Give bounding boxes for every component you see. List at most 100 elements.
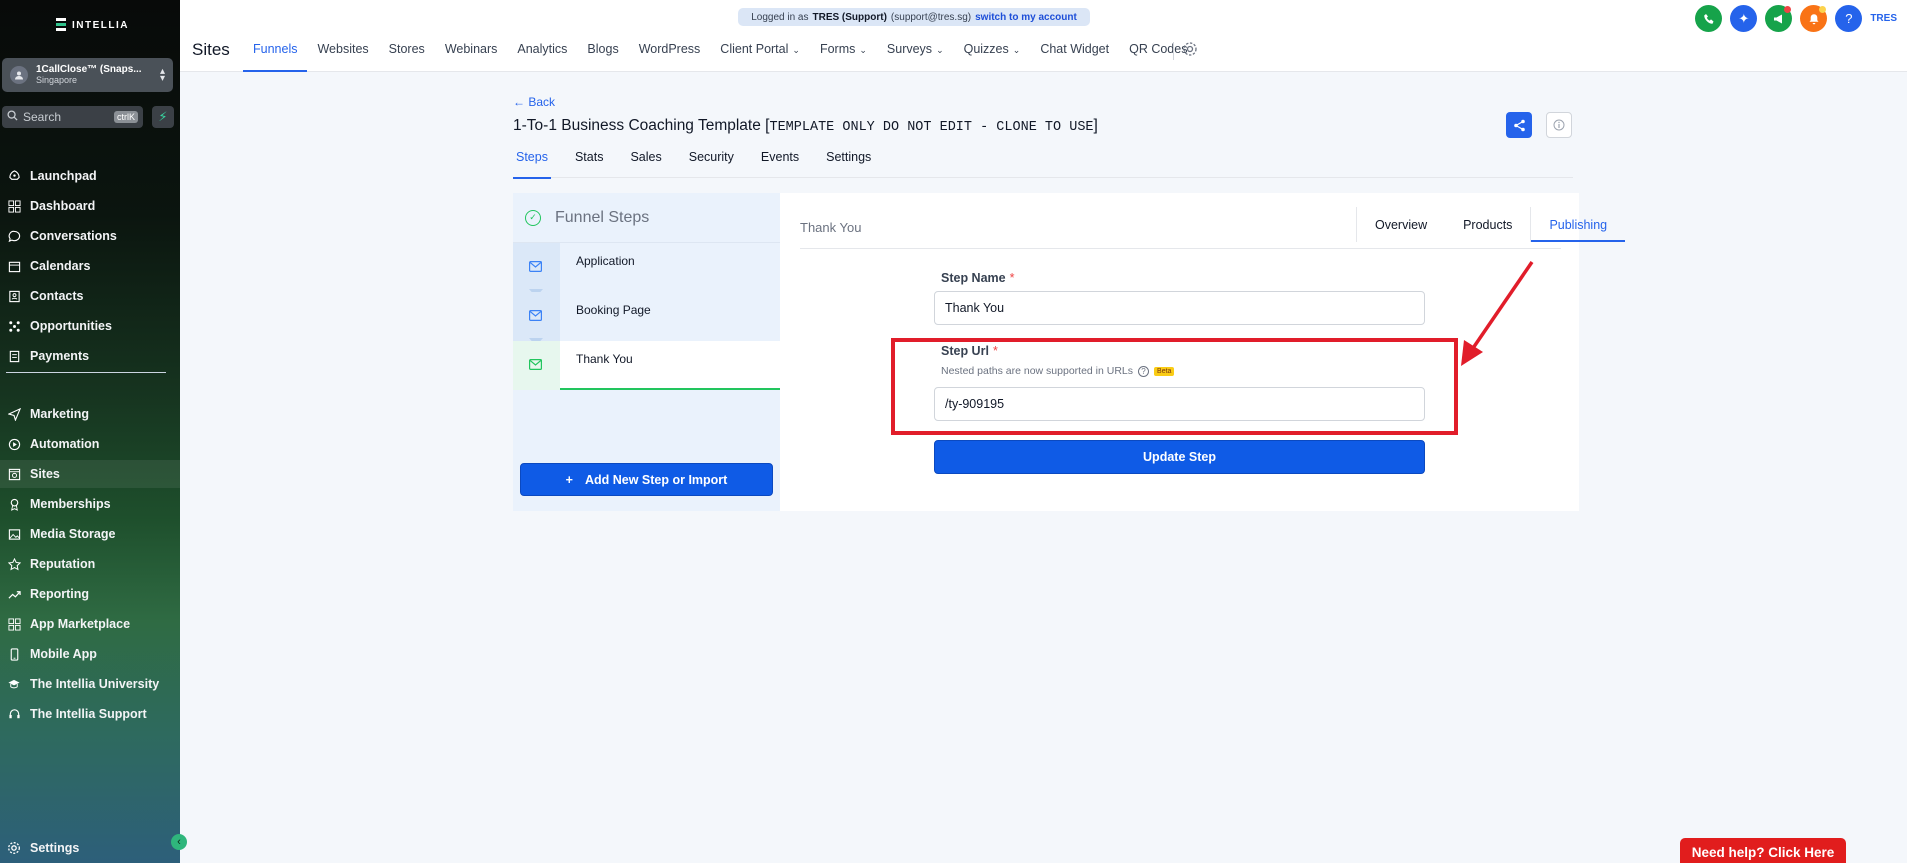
brand-logo[interactable]: INTELLIA (56, 18, 129, 32)
sidebar-item-payments[interactable]: Payments (0, 342, 180, 370)
tab-client-portal[interactable]: Client Portal ⌄ (710, 36, 810, 72)
rocket-icon (6, 168, 22, 184)
sidebar-item-contacts[interactable]: Contacts (0, 282, 180, 310)
annotation-arrow-icon (1461, 261, 1534, 366)
check-circle-icon: ✓ (525, 209, 541, 226)
top-actions: ✦ ? TRES (1695, 5, 1897, 32)
tab-webinars[interactable]: Webinars (435, 36, 508, 72)
tab-blogs[interactable]: Blogs (577, 36, 628, 72)
tabs-divider (1173, 42, 1174, 60)
tab-wordpress[interactable]: WordPress (629, 36, 711, 72)
opportunities-icon (6, 318, 22, 334)
share-button[interactable] (1506, 112, 1532, 138)
sidebar-item-settings[interactable]: Settings (0, 834, 180, 862)
chat-icon (6, 228, 22, 244)
sidebar-item-sites[interactable]: Sites (0, 460, 180, 488)
detail-tab-products[interactable]: Products (1445, 207, 1530, 242)
required-mark: * (1009, 271, 1015, 285)
phone-icon[interactable] (1695, 5, 1723, 32)
sidebar-item-app-marketplace[interactable]: App Marketplace (0, 610, 180, 638)
tab-label: Websites (317, 42, 369, 56)
funnel-step-application[interactable]: Application (513, 243, 780, 297)
sidebar-item-automation[interactable]: Automation (0, 430, 180, 458)
sidebar-item-reputation[interactable]: Reputation (0, 550, 180, 578)
funnel-step-thank-you[interactable]: Thank You (513, 341, 780, 390)
collapse-sidebar-icon[interactable]: ‹ (171, 834, 187, 850)
sidebar-item-label: Opportunities (30, 319, 112, 333)
account-switcher[interactable]: 1CallClose™ (Snaps... Singapore ▴ ▾ (2, 58, 173, 92)
tab-forms[interactable]: Forms ⌄ (810, 36, 877, 72)
sidebar-item-the-intellia-support[interactable]: The Intellia Support (0, 700, 180, 728)
sidebar-item-conversations[interactable]: Conversations (0, 222, 180, 250)
logo-mark-icon (56, 18, 66, 32)
mail-icon (529, 358, 543, 373)
subtab-sales[interactable]: Sales (627, 148, 664, 178)
sidebar-item-label: Mobile App (30, 647, 97, 661)
sites-tabs: Funnels Websites Stores Webinars Analytics Bl… (243, 36, 1197, 72)
funnel-step-booking-page[interactable]: Booking Page (513, 292, 780, 346)
tab-funnels[interactable]: Funnels (243, 36, 308, 72)
funnel-name: 1-To-1 Business Coaching Template [ (513, 117, 770, 134)
megaphone-icon[interactable] (1765, 5, 1793, 32)
step-name-input[interactable]: Thank You (934, 291, 1425, 325)
apps-icon (6, 616, 22, 632)
user-initials[interactable]: TRES (1870, 13, 1897, 24)
tab-analytics[interactable]: Analytics (507, 36, 577, 72)
subtab-security[interactable]: Security (686, 148, 737, 178)
sidebar-item-label: Reputation (30, 557, 96, 571)
account-icon (10, 66, 28, 84)
sidebar-item-opportunities[interactable]: Opportunities (0, 312, 180, 340)
help-icon[interactable]: ? (1835, 5, 1863, 32)
sidebar-item-launchpad[interactable]: Launchpad (0, 162, 180, 190)
sidebar-item-label: Automation (30, 437, 100, 451)
sidebar-item-marketing[interactable]: Marketing (0, 400, 180, 428)
add-step-button[interactable]: + Add New Step or Import (520, 463, 773, 496)
notification-dot (1784, 6, 1792, 13)
sidebar-item-mobile-app[interactable]: Mobile App (0, 640, 180, 668)
tab-label: Webinars (444, 42, 498, 56)
tab-chat-widget[interactable]: Chat Widget (1030, 36, 1119, 72)
sidebar-item-label: The Intellia Support (30, 707, 147, 721)
sidebar-item-label: App Marketplace (30, 617, 131, 631)
sidebar-item-the-intellia-university[interactable]: The Intellia University (0, 670, 180, 698)
step-detail-tabs: Overview Products Publishing (1356, 207, 1625, 242)
bell-icon[interactable] (1800, 5, 1828, 32)
sidebar-divider (6, 372, 166, 373)
need-help-button[interactable]: Need help? Click Here (1680, 838, 1846, 863)
chevron-updown-icon: ▴ ▾ (159, 66, 165, 84)
quick-action-bolt-icon[interactable]: ⚡ (152, 106, 174, 128)
search-input[interactable]: Search ctrlK (2, 106, 143, 128)
tab-surveys[interactable]: Surveys ⌄ (877, 36, 954, 72)
switch-account-link[interactable]: switch to my account (975, 12, 1077, 23)
detail-tab-overview[interactable]: Overview (1357, 207, 1445, 242)
subtab-events[interactable]: Events (758, 148, 802, 178)
back-link[interactable]: ← Back (513, 95, 555, 109)
funnel-subtabs: Steps Stats Sales Security Events Settings (513, 148, 1573, 179)
sidebar-item-label: Launchpad (30, 169, 97, 183)
sidebar-item-media-storage[interactable]: Media Storage (0, 520, 180, 548)
subtab-settings[interactable]: Settings (823, 148, 874, 178)
tab-stores[interactable]: Stores (379, 36, 435, 72)
sidebar-item-calendars[interactable]: Calendars (0, 252, 180, 280)
magic-wand-icon[interactable]: ✦ (1730, 5, 1758, 32)
step-name-label-text: Step Name (941, 271, 1006, 285)
sidebar-item-reporting[interactable]: Reporting (0, 580, 180, 608)
sidebar-item-label: Conversations (30, 229, 117, 243)
step-name-value: Thank You (945, 301, 1005, 315)
chevron-down-icon: ⌄ (1012, 45, 1021, 55)
info-button[interactable] (1546, 112, 1572, 138)
detail-tab-publishing[interactable]: Publishing (1530, 207, 1625, 242)
sidebar-item-memberships[interactable]: Memberships (0, 490, 180, 518)
account-location: Singapore (36, 75, 78, 85)
sidebar-item-dashboard[interactable]: Dashboard (0, 192, 180, 220)
tab-quizzes[interactable]: Quizzes ⌄ (954, 36, 1031, 72)
star-icon (6, 556, 22, 572)
tab-websites[interactable]: Websites (307, 36, 378, 72)
subtab-steps[interactable]: Steps (513, 148, 551, 179)
update-step-button[interactable]: Update Step (934, 440, 1425, 474)
calendar-icon (6, 258, 22, 274)
settings-gear-icon[interactable] (1182, 41, 1198, 62)
tab-label: Surveys (886, 42, 933, 56)
contacts-icon (6, 288, 22, 304)
subtab-stats[interactable]: Stats (572, 148, 607, 178)
